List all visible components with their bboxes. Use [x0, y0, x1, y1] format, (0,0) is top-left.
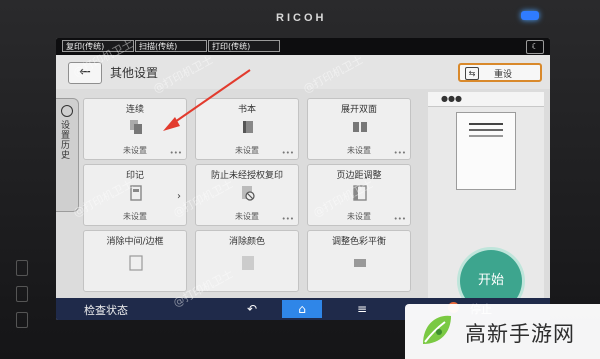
site-logo-text: 高新手游网 [465, 322, 575, 346]
leaf-logo-icon [423, 315, 451, 344]
site-logo: 高新手游网 [405, 304, 600, 359]
